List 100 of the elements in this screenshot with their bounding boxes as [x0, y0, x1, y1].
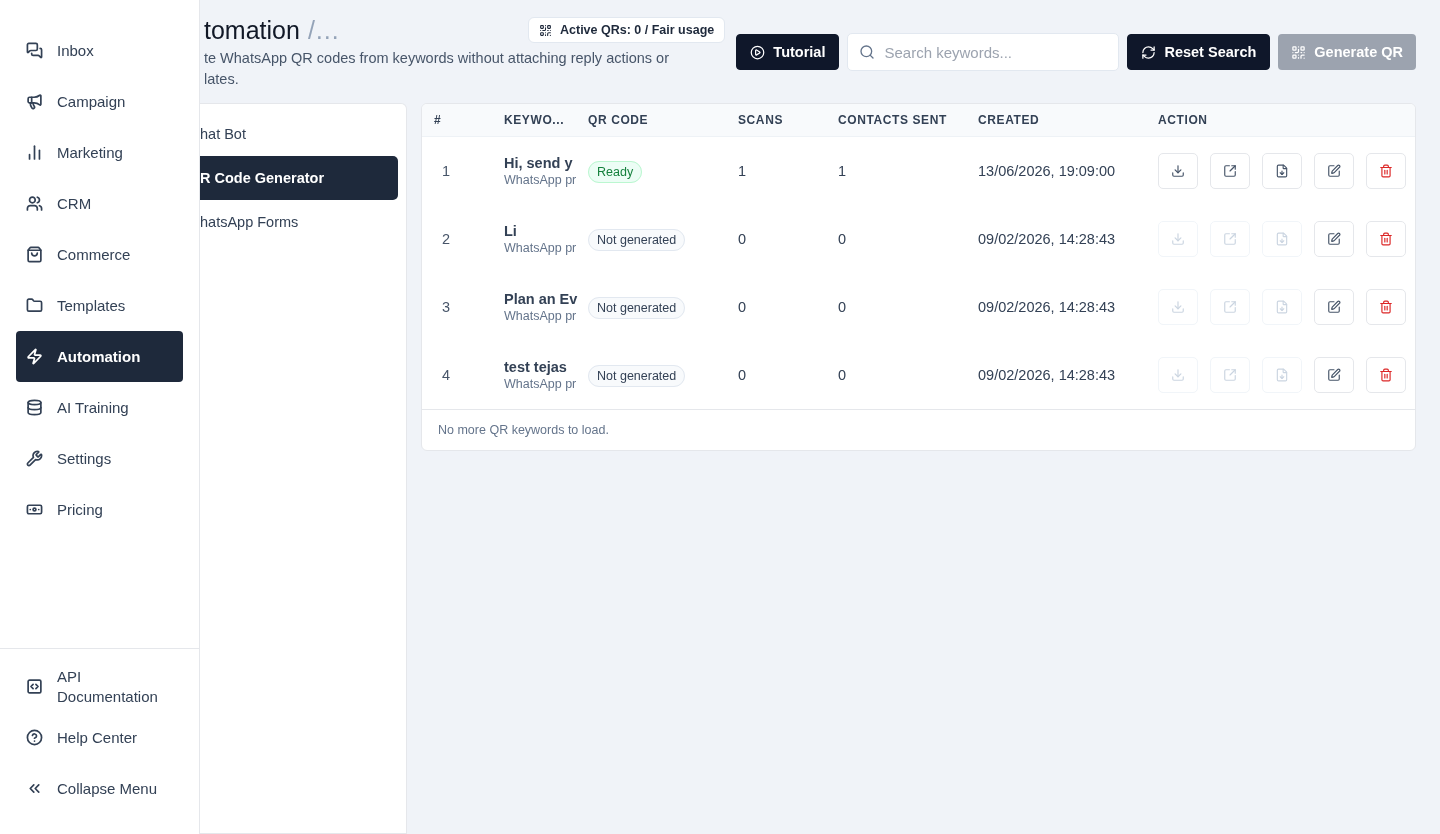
sidebar-item[interactable]: Marketing [16, 127, 183, 178]
qr-icon [539, 23, 552, 37]
usage-text: Active QRs: 0 / Fair usage [560, 23, 715, 37]
sub-nav-item[interactable]: hatsApp Forms [200, 200, 398, 244]
status-badge: Not generated [588, 365, 686, 387]
column-header: KEYWO... [504, 113, 566, 127]
edit-button[interactable] [1314, 153, 1354, 189]
column-header: ACTION [1158, 113, 1209, 127]
sidebar-item[interactable]: AI Training [16, 382, 183, 433]
sidebar-item[interactable]: Settings [16, 433, 183, 484]
people-icon [26, 195, 43, 212]
keyword-detail: WhatsApp pr [504, 309, 578, 323]
page-title: tomation [204, 16, 300, 45]
open-icon [1223, 300, 1237, 314]
open-icon [1223, 232, 1237, 246]
keyword-detail: WhatsApp pr [504, 241, 578, 255]
delete-icon [1379, 368, 1393, 382]
table-footer-text: No more QR keywords to load. [438, 423, 609, 437]
folder-icon [26, 297, 43, 314]
status-badge: Not generated [588, 229, 686, 251]
delete-button[interactable] [1366, 153, 1406, 189]
table-cell-text: 0 [738, 231, 748, 247]
table-cell-text: 1 [838, 163, 848, 179]
search-field[interactable]: Search keywords... [847, 33, 1120, 71]
delete-icon [1379, 164, 1393, 178]
delete-icon [1379, 300, 1393, 314]
keyword-text: Li [504, 223, 518, 239]
table-cell-text: 1 [441, 163, 452, 179]
column-header: CREATED [978, 113, 1041, 127]
sidebar-item[interactable]: API Documentation [16, 661, 176, 712]
download-icon [1171, 232, 1185, 246]
edit-button[interactable] [1314, 289, 1354, 325]
sidebar-item[interactable]: Help Center [16, 712, 183, 763]
edit-button[interactable] [1314, 221, 1354, 257]
banknote-icon [26, 501, 43, 518]
file-download-button[interactable] [1262, 153, 1302, 189]
file-download-icon [1275, 164, 1289, 178]
open-icon [1223, 164, 1237, 178]
keyword-detail: WhatsApp pr [504, 173, 578, 187]
wrench-icon [26, 450, 43, 467]
table-cell-text: 0 [838, 299, 848, 315]
sidebar-item[interactable]: Inbox [16, 25, 183, 76]
table-cell-text: 4 [441, 367, 452, 383]
sub-nav-item[interactable]: R Code Generator [200, 156, 398, 200]
edit-button[interactable] [1314, 357, 1354, 393]
table-cell-text: 0 [738, 299, 748, 315]
column-header: QR CODE [588, 113, 650, 127]
column-header: SCANS [738, 113, 784, 127]
keyword-text: Hi, send y [504, 155, 574, 171]
table-cell-text: 09/02/2026, 14:28:43 [978, 299, 1117, 315]
file-download-icon [1275, 232, 1289, 246]
delete-button[interactable] [1366, 357, 1406, 393]
bag-icon [26, 246, 43, 263]
sidebar-item[interactable]: Automation [16, 331, 183, 382]
edit-icon [1327, 164, 1341, 178]
delete-button[interactable] [1366, 221, 1406, 257]
file-download-icon [1275, 300, 1289, 314]
code-icon [26, 678, 43, 695]
download-icon [1171, 368, 1185, 382]
reset-search-button[interactable]: Reset Search [1127, 34, 1271, 70]
edit-icon [1327, 300, 1341, 314]
sidebar-item[interactable]: Collapse Menu [16, 763, 183, 814]
column-header: # [434, 113, 443, 127]
delete-button[interactable] [1366, 289, 1406, 325]
table-cell-text: 1 [738, 163, 748, 179]
delete-icon [1379, 232, 1393, 246]
sidebar-item[interactable]: Pricing [16, 484, 183, 535]
status-badge: Ready [588, 161, 643, 183]
file-download-icon [1275, 368, 1289, 382]
download-icon [1171, 164, 1185, 178]
chat-bubbles-icon [26, 42, 43, 59]
database-icon [26, 399, 43, 416]
qr-icon [1291, 44, 1307, 60]
keyword-detail: WhatsApp pr [504, 377, 578, 391]
open-button[interactable] [1210, 153, 1250, 189]
edit-icon [1327, 368, 1341, 382]
table-cell-text: 3 [441, 299, 452, 315]
lightning-icon [26, 348, 43, 365]
refresh-icon [1141, 44, 1157, 60]
sub-nav-item[interactable]: hat Bot [200, 112, 398, 156]
sidebar-item[interactable]: Templates [16, 280, 183, 331]
edit-icon [1327, 232, 1341, 246]
help-icon [26, 729, 43, 746]
megaphone-icon [26, 93, 43, 110]
keyword-text: Plan an Ev [504, 291, 579, 307]
status-badge: Not generated [588, 297, 686, 319]
tutorial-button[interactable]: Tutorial [736, 34, 840, 70]
open-icon [1223, 368, 1237, 382]
sidebar-item[interactable]: CRM [16, 178, 183, 229]
search-icon [859, 44, 876, 60]
table-cell-text: 09/02/2026, 14:28:43 [978, 231, 1117, 247]
table-cell-text: 0 [738, 367, 748, 383]
download-button[interactable] [1158, 153, 1198, 189]
table-cell-text: 2 [441, 231, 452, 247]
sidebar-item[interactable]: Campaign [16, 76, 183, 127]
sidebar-item[interactable]: Commerce [16, 229, 183, 280]
table-cell-text: 0 [838, 367, 848, 383]
column-header: CONTACTS SENT [838, 113, 948, 127]
breadcrumb: /… [307, 16, 340, 45]
table-cell-text: 09/02/2026, 14:28:43 [978, 367, 1117, 383]
